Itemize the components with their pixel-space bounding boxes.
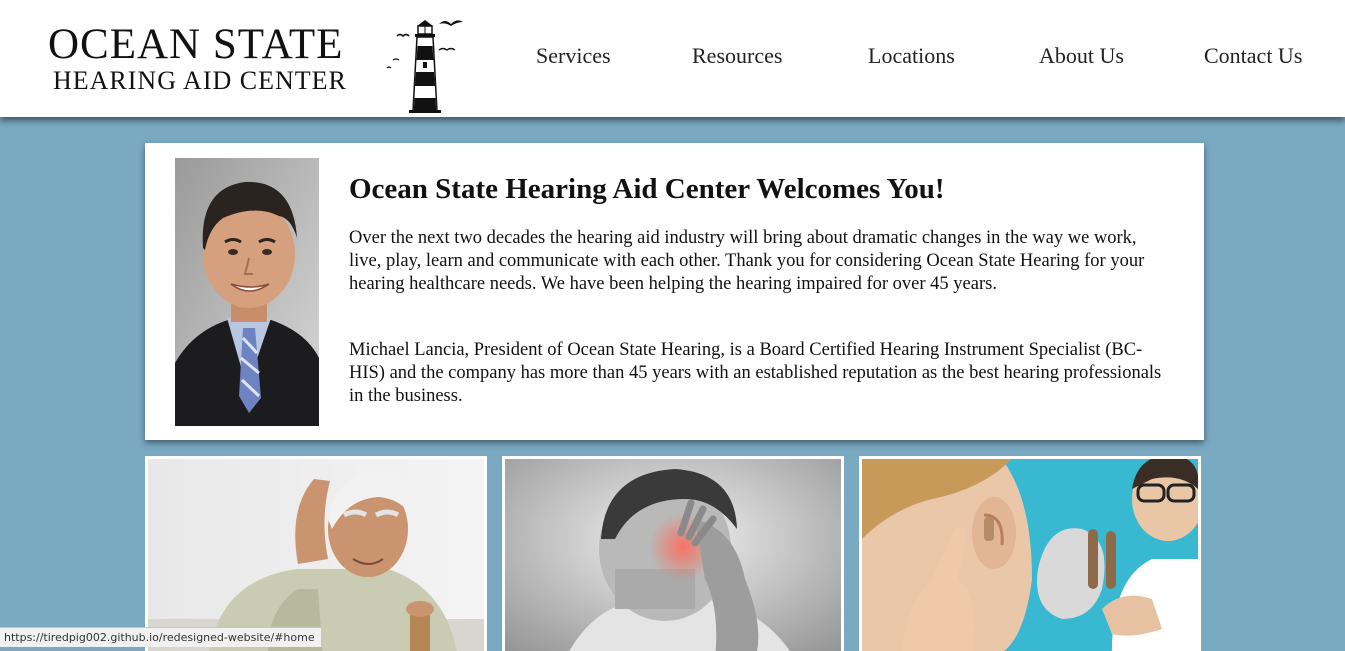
hearing-aid-fitting-photo (862, 459, 1198, 651)
nav-locations[interactable]: Locations (868, 43, 955, 69)
welcome-paragraph-1: Over the next two decades the hearing ai… (349, 228, 1145, 294)
main-nav: Services Resources Locations About Us Co… (0, 43, 1345, 77)
nav-about-us[interactable]: About Us (1039, 43, 1124, 69)
nav-services[interactable]: Services (536, 43, 611, 69)
tile-elderly-man-listening[interactable] (145, 456, 487, 651)
ear-pain-photo (505, 459, 841, 651)
elderly-man-photo (148, 459, 484, 651)
site-header: OCEAN STATE HEARING AID CENTER Services … (0, 0, 1345, 117)
nav-contact-us[interactable]: Contact Us (1204, 43, 1302, 69)
welcome-paragraph-2: Michael Lancia, President of Ocean State… (349, 340, 1162, 406)
welcome-card: Ocean State Hearing Aid Center Welcomes … (145, 143, 1204, 440)
president-portrait (175, 158, 319, 426)
welcome-title: Ocean State Hearing Aid Center Welcomes … (349, 173, 945, 205)
tile-woman-hearing-aid[interactable] (859, 456, 1201, 651)
nav-resources[interactable]: Resources (692, 43, 782, 69)
browser-status-bar: https://tiredpig002.github.io/redesigned… (0, 627, 322, 647)
tile-man-ear-pain[interactable] (502, 456, 844, 651)
